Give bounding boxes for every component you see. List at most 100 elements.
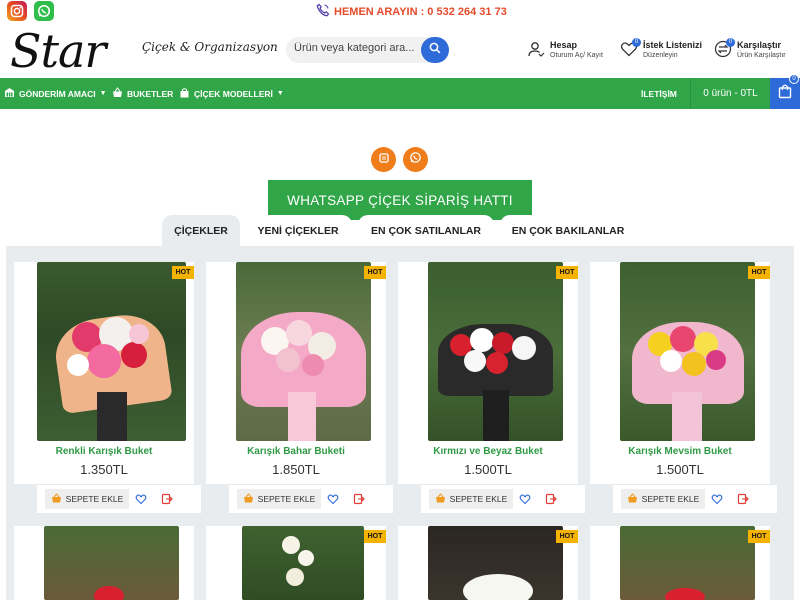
basket-icon — [243, 493, 254, 505]
compare-icon[interactable] — [352, 492, 366, 506]
product-card[interactable]: HOT Karışık Mevsim Buket 1.500TL — [590, 262, 770, 484]
compare-subtitle: Ürün Karşılaştır — [737, 52, 786, 59]
account-title: Hesap — [550, 40, 578, 50]
compare-count: 0 — [726, 38, 735, 47]
tab-cicekler[interactable]: ÇİÇEKLER — [162, 215, 240, 246]
wishlist-heart-icon[interactable] — [326, 492, 340, 506]
product-image[interactable] — [428, 262, 563, 441]
search-bar — [286, 37, 449, 63]
wishlist-heart-icon[interactable] — [710, 492, 724, 506]
whatsapp-icon[interactable] — [34, 1, 54, 21]
wishlist-subtitle: Düzenleyin — [643, 52, 678, 59]
product-name[interactable]: Kırmızı ve Beyaz Buket — [398, 446, 578, 457]
chevron-down-icon: ▼ — [99, 90, 107, 97]
product-card[interactable]: HOT — [206, 526, 386, 600]
shopping-bag-icon — [777, 83, 793, 104]
wishlist-count: 0 — [632, 38, 641, 47]
logo-subtitle: Çiçek & Organizasyon — [142, 40, 278, 54]
nav-item-buketler[interactable]: BUKETLER — [112, 78, 173, 109]
building-icon — [4, 87, 15, 100]
cart-count-badge: 0 — [789, 74, 799, 84]
hot-badge: HOT — [364, 266, 386, 279]
product-card[interactable]: HOT — [398, 526, 578, 600]
product-name[interactable]: Karışık Mevsim Buket — [590, 446, 770, 457]
hot-badge: HOT — [172, 266, 194, 279]
search-button[interactable] — [421, 37, 449, 63]
basket-icon — [435, 493, 446, 505]
product-name[interactable]: Karışık Bahar Buketi — [206, 446, 386, 457]
instagram-icon[interactable] — [7, 1, 27, 21]
catalog-icon — [378, 151, 390, 169]
cart-summary[interactable]: 0 ürün - 0TL — [690, 78, 770, 109]
product-price: 1.850TL — [272, 462, 320, 477]
product-price: 1.500TL — [464, 462, 512, 477]
product-card[interactable]: HOT Renkli Karışık Buket 1.350TL — [14, 262, 194, 484]
whatsapp-order-button[interactable] — [403, 147, 428, 172]
product-card[interactable]: HOT — [590, 526, 770, 600]
compare-link[interactable]: 0 Karşılaştır Ürün Karşılaştır — [714, 38, 786, 63]
product-price: 1.350TL — [80, 462, 128, 477]
main-nav: GÖNDERİM AMACI ▼ BUKETLER ÇİÇEK MODELLER… — [0, 78, 800, 109]
phone-contact[interactable]: HEMEN ARAYIN : 0 532 264 31 73 — [316, 3, 507, 20]
nav-item-label: ÇİÇEK MODELLERİ — [194, 88, 273, 99]
product-image[interactable] — [620, 526, 755, 600]
account-link[interactable]: Hesap Oturum Aç/ Kayıt — [527, 40, 603, 63]
top-bar: HEMEN ARAYIN : 0 532 264 31 73 — [0, 0, 800, 22]
product-image[interactable] — [620, 262, 755, 441]
search-input[interactable] — [294, 42, 419, 54]
add-to-cart-button[interactable]: SEPETE EKLE — [45, 489, 129, 509]
hot-badge: HOT — [556, 530, 578, 543]
phone-text: HEMEN ARAYIN : 0 532 264 31 73 — [334, 5, 507, 18]
basket-icon — [112, 87, 123, 100]
user-icon — [527, 40, 545, 63]
add-to-cart-label: SEPETE EKLE — [65, 494, 124, 504]
compare-icon[interactable] — [736, 492, 750, 506]
basket-icon — [51, 493, 62, 505]
product-actions: SEPETE EKLE — [229, 485, 393, 513]
nav-item-cicek-modelleri[interactable]: ÇİÇEK MODELLERİ ▼ — [179, 78, 284, 109]
wishlist-heart-icon[interactable] — [134, 492, 148, 506]
wishlist-heart-icon[interactable] — [518, 492, 532, 506]
product-name[interactable]: Renkli Karışık Buket — [14, 446, 194, 457]
nav-item-label: İLETİŞİM — [641, 88, 677, 99]
product-card[interactable] — [14, 526, 194, 600]
basket-icon — [627, 493, 638, 505]
hot-badge: HOT — [748, 530, 770, 543]
cart-summary-text: 0 ürün - 0TL — [703, 88, 758, 99]
product-image[interactable] — [44, 526, 179, 600]
product-tabs: ÇİÇEKLER YENİ ÇİÇEKLER EN ÇOK SATILANLAR… — [0, 215, 800, 247]
add-to-cart-button[interactable]: SEPETE EKLE — [237, 489, 321, 509]
compare-icon[interactable] — [160, 492, 174, 506]
tab-en-cok-bakilanlar[interactable]: EN ÇOK BAKILANLAR — [500, 215, 636, 246]
product-image[interactable] — [236, 262, 371, 441]
wishlist-link[interactable]: 0 İstek Listenizi Düzenleyin — [620, 38, 703, 63]
heart-icon: 0 — [620, 38, 641, 63]
compare-icon[interactable] — [544, 492, 558, 506]
add-to-cart-button[interactable]: SEPETE EKLE — [621, 489, 705, 509]
product-image[interactable] — [428, 526, 563, 600]
add-to-cart-button[interactable]: SEPETE EKLE — [429, 489, 513, 509]
product-card[interactable]: HOT Kırmızı ve Beyaz Buket 1.500TL — [398, 262, 578, 484]
search-icon — [429, 41, 441, 59]
whatsapp-order-banner[interactable]: WHATSAPP ÇİÇEK SİPARİŞ HATTI — [268, 180, 532, 220]
nav-item-iletisim[interactable]: İLETİŞİM — [641, 78, 677, 109]
wishlist-title: İstek Listenizi — [643, 40, 703, 50]
tab-yeni-cicekler[interactable]: YENİ ÇİÇEKLER — [244, 215, 352, 246]
hot-badge: HOT — [364, 530, 386, 543]
product-image[interactable] — [37, 262, 186, 441]
tab-en-cok-satilanlar[interactable]: EN ÇOK SATILANLAR — [358, 215, 494, 246]
catalog-button[interactable] — [371, 147, 396, 172]
hot-badge: HOT — [748, 266, 770, 279]
logo[interactable]: Star — [10, 24, 106, 78]
nav-item-gonderim-amaci[interactable]: GÖNDERİM AMACI ▼ — [4, 78, 107, 109]
nav-item-label: GÖNDERİM AMACI — [19, 88, 96, 99]
site-header: Star Çiçek & Organizasyon Hesap Oturum A… — [0, 22, 800, 78]
product-card[interactable]: HOT Karışık Bahar Buketi 1.850TL — [206, 262, 386, 484]
nav-item-label: BUKETLER — [127, 88, 174, 99]
product-image[interactable] — [242, 526, 364, 600]
bag-icon — [179, 87, 190, 100]
account-subtitle: Oturum Aç/ Kayıt — [550, 52, 603, 59]
compare-title: Karşılaştır — [737, 40, 782, 50]
product-actions: SEPETE EKLE — [613, 485, 777, 513]
product-actions: SEPETE EKLE — [37, 485, 201, 513]
